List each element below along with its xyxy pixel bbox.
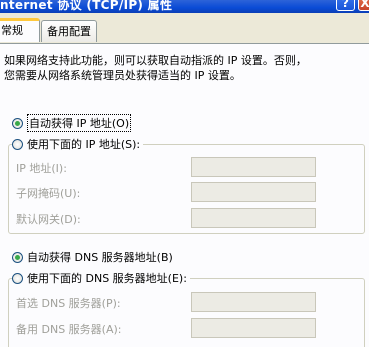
ip-manual-label: 使用下面的 IP 地址(S): [27, 138, 141, 151]
ip-address-label: IP 地址(I): [16, 162, 67, 175]
subnet-mask-label: 子网掩码(U): [16, 187, 81, 200]
subnet-mask-input[interactable] [191, 182, 316, 202]
tab-general[interactable]: 常规 [0, 18, 40, 42]
tab-general-label: 常规 [1, 24, 23, 37]
description-text: 如果网络支持此功能，则可以获取自动指派的 IP 设置。否则， 您需要从网络系统管… [4, 53, 364, 83]
alternate-dns-input[interactable] [191, 318, 316, 338]
title-bar[interactable]: nternet 协议 (TCP/IP) 属性 ? X [0, 0, 369, 13]
preferred-dns-label: 首选 DNS 服务器(P): [16, 297, 121, 310]
help-button[interactable]: ? [336, 0, 355, 11]
default-gateway-input[interactable] [191, 208, 316, 228]
close-button[interactable]: X [358, 0, 369, 11]
dns-auto-option[interactable]: 自动获得 DNS 服务器地址(B) [12, 249, 173, 265]
ip-address-input[interactable] [191, 157, 316, 177]
dns-auto-radio[interactable] [12, 251, 23, 263]
window-title: nternet 协议 (TCP/IP) 属性 [0, 0, 173, 12]
ip-auto-option[interactable]: 自动获得 IP 地址(O) [12, 114, 132, 132]
alternate-dns-label: 备用 DNS 服务器(A): [16, 323, 122, 336]
ip-manual-radio[interactable] [12, 138, 23, 150]
tab-alternate-config-label: 备用配置 [47, 25, 91, 38]
tcpip-properties-dialog: nternet 协议 (TCP/IP) 属性 ? X 备用配置 常规 如果网络支… [0, 0, 369, 347]
default-gateway-label: 默认网关(D): [16, 213, 81, 226]
description-line-2: 您需要从网络系统管理员处获得适当的 IP 设置。 [4, 69, 241, 82]
description-line-1: 如果网络支持此功能，则可以获取自动指派的 IP 设置。否则， [4, 54, 307, 67]
ip-auto-label: 自动获得 IP 地址(O) [27, 114, 132, 132]
dns-manual-option[interactable]: 使用下面的 DNS 服务器地址(E): [12, 270, 190, 286]
ip-auto-radio[interactable] [12, 117, 23, 129]
preferred-dns-input[interactable] [191, 292, 316, 312]
dns-manual-label: 使用下面的 DNS 服务器地址(E): [27, 272, 187, 285]
dns-auto-label: 自动获得 DNS 服务器地址(B) [27, 251, 173, 264]
tab-alternate-config[interactable]: 备用配置 [41, 20, 97, 42]
dns-manual-radio[interactable] [12, 272, 23, 284]
ip-manual-option[interactable]: 使用下面的 IP 地址(S): [12, 136, 144, 152]
general-tab-panel: 如果网络支持此功能，则可以获取自动指派的 IP 设置。否则， 您需要从网络系统管… [0, 43, 369, 347]
